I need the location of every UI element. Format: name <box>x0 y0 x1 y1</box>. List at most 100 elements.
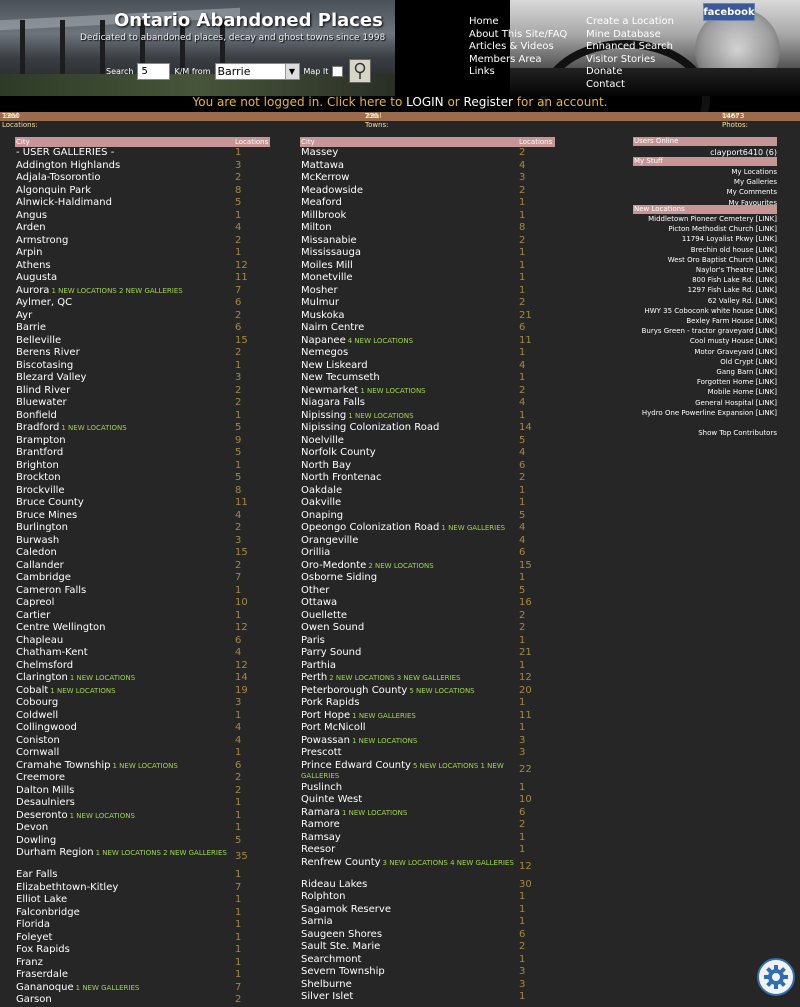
city-row[interactable]: Ear Falls 1 <box>16 869 271 882</box>
city-row[interactable]: Napanee 4 NEW LOCATIONS 11 <box>301 335 556 348</box>
city-name-link[interactable]: North Bay <box>301 460 351 471</box>
city-name-link[interactable]: Chelmsford <box>16 660 73 671</box>
city-row[interactable]: Cramahe Township 1 NEW LOCATIONS 6 <box>16 760 271 773</box>
city-row[interactable]: Ayr 2 <box>16 310 271 323</box>
city-row[interactable]: Prescott 3 <box>301 747 556 760</box>
city-name-link[interactable]: Durham Region <box>16 847 94 858</box>
city-name-link[interactable]: Ear Falls <box>16 869 57 880</box>
city-row[interactable]: Falconbridge 1 <box>16 907 271 920</box>
city-name-link[interactable]: Biscotasing <box>16 360 73 371</box>
city-name-link[interactable]: Sarnia <box>301 916 333 927</box>
city-row[interactable]: Bonfield 1 <box>16 410 271 423</box>
city-row[interactable]: Rolphton 1 <box>301 891 556 904</box>
city-row[interactable]: Perth 2 NEW LOCATIONS 3 NEW GALLERIES 12 <box>301 672 556 685</box>
city-name-link[interactable]: Osborne Siding <box>301 572 377 583</box>
city-row[interactable]: Noelville 5 <box>301 435 556 448</box>
city-row[interactable]: Cartier 1 <box>16 610 271 623</box>
city-name-link[interactable]: Fox Rapids <box>16 944 70 955</box>
city-row[interactable]: Reesor 1 <box>301 844 556 857</box>
settings-gear-icon[interactable] <box>757 958 795 996</box>
city-name-link[interactable]: Chapleau <box>16 635 63 646</box>
city-row[interactable]: Burlington 2 <box>16 522 271 535</box>
city-row[interactable]: Bluewater 2 <box>16 397 271 410</box>
city-row[interactable]: Aurora 1 NEW LOCATIONS 2 NEW GALLERIES 7 <box>16 285 271 298</box>
new-location-link[interactable]: [LINK] <box>756 317 777 325</box>
city-row[interactable]: Ramore 2 <box>301 819 556 832</box>
city-name-link[interactable]: Falconbridge <box>16 907 80 918</box>
city-row[interactable]: Osborne Siding 1 <box>301 572 556 585</box>
city-name-link[interactable]: Burlington <box>16 522 68 533</box>
city-row[interactable]: Massey 2 <box>301 147 556 160</box>
new-location-link[interactable]: [LINK] <box>756 215 777 223</box>
city-row[interactable]: Silver Islet 1 <box>301 991 556 1004</box>
city-row[interactable]: Orangeville 4 <box>301 535 556 548</box>
city-name-link[interactable]: Elliot Lake <box>16 894 67 905</box>
city-name-link[interactable]: Pork Rapids <box>301 697 359 708</box>
city-name-link[interactable]: Desaulniers <box>16 797 75 808</box>
city-name-link[interactable]: Bradford <box>16 422 59 433</box>
city-name-link[interactable]: Meaford <box>301 197 342 208</box>
city-name-link[interactable]: Brockton <box>16 472 61 483</box>
city-row[interactable]: Owen Sound 2 <box>301 622 556 635</box>
city-name-link[interactable]: Fraserdale <box>16 969 68 980</box>
city-name-link[interactable]: Monetville <box>301 272 353 283</box>
city-row[interactable]: Angus 1 <box>16 210 271 223</box>
city-name-link[interactable]: Newmarket <box>301 385 358 396</box>
city-row[interactable]: Nairn Centre 6 <box>301 322 556 335</box>
city-name-link[interactable]: Foleyet <box>16 932 52 943</box>
city-row[interactable]: Dowling 5 <box>16 835 271 848</box>
nav-articles[interactable]: Articles & Videos <box>469 41 567 54</box>
city-row[interactable]: Fraserdale 1 <box>16 969 271 982</box>
city-row[interactable]: Port McNicoll 1 <box>301 722 556 735</box>
city-name-link[interactable]: Milton <box>301 222 332 233</box>
city-name-link[interactable]: Chatham-Kent <box>16 647 88 658</box>
city-row[interactable]: Port Hope 1 NEW GALLERIES 11 <box>301 710 556 723</box>
new-location-link[interactable]: [LINK] <box>756 348 777 356</box>
city-name-link[interactable]: Millbrook <box>301 210 346 221</box>
city-name-link[interactable]: Ayr <box>16 310 32 321</box>
city-name-link[interactable]: Berens River <box>16 347 80 358</box>
show-top-contributors-link[interactable]: Show Top Contributors <box>633 429 777 437</box>
city-name-link[interactable]: New Liskeard <box>301 360 368 371</box>
city-name-link[interactable]: Deseronto <box>16 810 68 821</box>
new-location-link[interactable]: [LINK] <box>756 266 777 274</box>
city-row[interactable]: Moiles Mill 1 <box>301 260 556 273</box>
city-row[interactable]: Cobalt 1 NEW LOCATIONS 19 <box>16 685 271 698</box>
city-name-link[interactable]: Belleville <box>16 335 61 346</box>
city-name-link[interactable]: Powassan <box>301 735 350 746</box>
city-row[interactable]: Centre Wellington 12 <box>16 622 271 635</box>
city-row[interactable]: Brampton 9 <box>16 435 271 448</box>
city-name-link[interactable]: Caledon <box>16 547 57 558</box>
city-row[interactable]: Mosher 1 <box>301 285 556 298</box>
city-name-link[interactable]: Opeongo Colonization Road <box>301 522 439 533</box>
city-row[interactable]: Niagara Falls 4 <box>301 397 556 410</box>
city-row[interactable]: Quinte West 10 <box>301 794 556 807</box>
city-name-link[interactable]: New Tecumseth <box>301 372 380 383</box>
city-name-link[interactable]: Franz <box>16 957 43 968</box>
city-name-link[interactable]: Coniston <box>16 735 60 746</box>
city-name-link[interactable]: - USER GALLERIES - <box>16 147 114 158</box>
city-name-link[interactable]: Nipissing Colonization Road <box>301 422 439 433</box>
city-row[interactable]: Burwash 3 <box>16 535 271 548</box>
city-row[interactable]: Pork Rapids 1 <box>301 697 556 710</box>
city-row[interactable]: Algonquin Park 8 <box>16 185 271 198</box>
city-row[interactable]: Cambridge 7 <box>16 572 271 585</box>
city-row[interactable]: - USER GALLERIES - 1 <box>16 147 271 160</box>
city-row[interactable]: Belleville 15 <box>16 335 271 348</box>
city-name-link[interactable]: Bluewater <box>16 397 67 408</box>
city-name-link[interactable]: Blind River <box>16 385 70 396</box>
city-row[interactable]: Ottawa 16 <box>301 597 556 610</box>
city-name-link[interactable]: Augusta <box>16 272 57 283</box>
city-name-link[interactable]: Mississauga <box>301 247 361 258</box>
city-name-link[interactable]: Ramore <box>301 819 340 830</box>
city-row[interactable]: Orillia 6 <box>301 547 556 560</box>
city-row[interactable]: Gananoque 1 NEW GALLERIES 7 <box>16 982 271 995</box>
city-name-link[interactable]: Athens <box>16 260 51 271</box>
city-name-link[interactable]: Cornwall <box>16 747 59 758</box>
city-row[interactable]: Mulmur 2 <box>301 297 556 310</box>
city-row[interactable]: Dalton Mills 2 <box>16 785 271 798</box>
city-row[interactable]: New Tecumseth 1 <box>301 372 556 385</box>
city-name-link[interactable]: Cobourg <box>16 697 58 708</box>
city-name-link[interactable]: Nairn Centre <box>301 322 364 333</box>
city-name-link[interactable]: Florida <box>16 919 50 930</box>
